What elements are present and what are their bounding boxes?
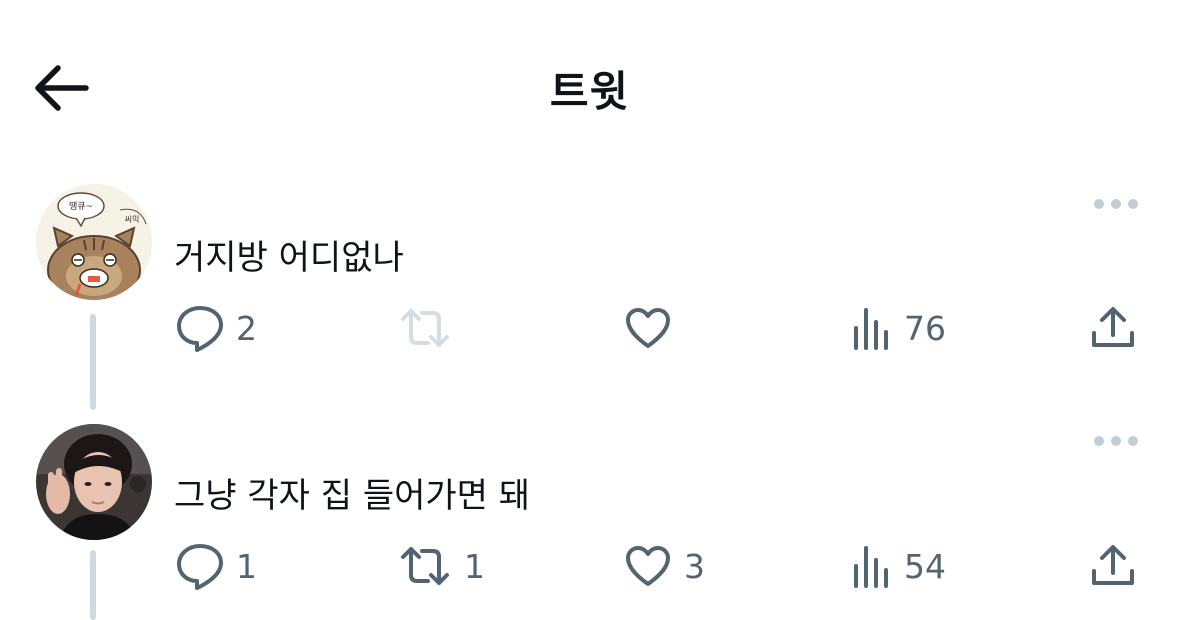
retweet-count: 1 (464, 546, 485, 586)
retweet-button[interactable]: 1 (398, 536, 485, 596)
share-icon (1092, 545, 1134, 585)
like-button[interactable]: 3 (624, 536, 705, 596)
more-options-button[interactable] (1092, 431, 1140, 451)
user-photo-avatar (36, 424, 152, 540)
reply-count: 1 (236, 546, 257, 586)
tweet-actions: 2 76 (0, 298, 1179, 358)
reply-button[interactable]: 2 (176, 298, 257, 358)
bubble-text-2: 씨익 (125, 214, 140, 224)
page-title: 트윗 (549, 67, 630, 116)
retweet-icon (401, 309, 449, 347)
more-options-button[interactable] (1092, 194, 1140, 214)
views-chart-icon (854, 308, 888, 350)
share-icon (1092, 307, 1134, 347)
retweet-icon (401, 547, 449, 585)
views-chart-icon (854, 546, 888, 588)
like-count: 3 (684, 546, 705, 586)
share-button[interactable] (1090, 536, 1136, 596)
avatar-photo[interactable] (36, 424, 152, 540)
avatar-cartoon[interactable]: 땡큐~ 씨익 (36, 184, 152, 300)
bubble-text-1: 땡큐~ (69, 201, 93, 212)
reply-icon (177, 306, 223, 352)
like-button[interactable] (624, 298, 672, 358)
share-button[interactable] (1090, 298, 1136, 358)
tweet-text: 거지방 어디없나 (174, 238, 404, 278)
heart-icon (626, 308, 670, 348)
header: 트윗 (0, 0, 1179, 170)
more-dots-icon (1094, 436, 1138, 446)
cartoon-animal-avatar: 땡큐~ 씨익 (36, 184, 152, 300)
views-count: 54 (904, 546, 946, 586)
views-count: 76 (904, 308, 946, 348)
reply-icon (177, 544, 223, 590)
reply-button[interactable]: 1 (176, 536, 257, 596)
tweet-text: 그냥 각자 집 들어가면 돼 (174, 476, 531, 516)
views-button[interactable]: 54 (852, 536, 946, 596)
tweet-actions: 1 1 3 54 (0, 536, 1179, 596)
retweet-button (398, 298, 452, 358)
heart-icon (626, 546, 670, 586)
reply-count: 2 (236, 308, 257, 348)
more-dots-icon (1094, 199, 1138, 209)
views-button[interactable]: 76 (852, 298, 946, 358)
